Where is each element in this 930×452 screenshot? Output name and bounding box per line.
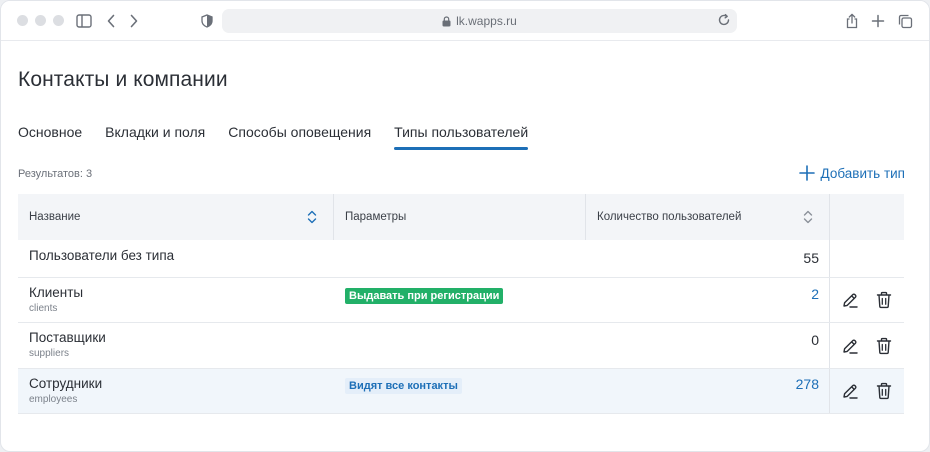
row-code: employees	[29, 394, 78, 405]
cell-actions	[830, 369, 904, 413]
back-icon[interactable]	[101, 11, 121, 31]
cell-params	[334, 240, 586, 277]
cell-count: 55	[586, 240, 830, 277]
cell-name: Сотрудники employees	[18, 369, 334, 413]
cell-params: Выдавать при регистрации	[334, 278, 586, 322]
cell-actions	[830, 278, 904, 322]
column-header-actions	[830, 194, 904, 240]
table-row[interactable]: Клиенты clients Выдавать при регистрации…	[18, 278, 904, 323]
column-header-params-label: Параметры	[345, 211, 407, 223]
row-name: Сотрудники	[29, 376, 103, 391]
trash-icon[interactable]	[874, 290, 894, 310]
tab-notification-methods[interactable]: Способы оповещения	[228, 122, 371, 150]
column-header-count[interactable]: Количество пользователей	[586, 194, 830, 240]
add-type-label: Добавить тип	[820, 165, 905, 181]
row-count-link[interactable]: 278	[796, 376, 819, 392]
lock-icon	[442, 15, 451, 27]
address-bar[interactable]: lk.wapps.ru	[222, 9, 737, 33]
table-row[interactable]: Поставщики suppliers 0	[18, 323, 904, 369]
row-name: Поставщики	[29, 330, 106, 345]
row-name: Пользователи без типа	[29, 248, 175, 263]
trash-icon[interactable]	[874, 336, 894, 356]
row-name: Клиенты	[29, 285, 84, 300]
pencil-icon[interactable]	[840, 336, 860, 356]
reload-icon[interactable]	[717, 13, 731, 30]
cell-name: Пользователи без типа	[18, 240, 334, 277]
column-header-name[interactable]: Название	[18, 194, 334, 240]
forward-icon[interactable]	[124, 11, 144, 31]
sort-icon[interactable]	[307, 210, 317, 224]
cell-name: Клиенты clients	[18, 278, 334, 322]
cell-count: 2	[586, 278, 830, 322]
tab-overview-icon[interactable]	[895, 11, 915, 31]
tabs-bar: Основное Вкладки и поля Способы оповещен…	[18, 122, 551, 152]
cell-params: Видят все контакты	[334, 369, 586, 413]
sidebar-toggle-icon[interactable]	[74, 11, 94, 31]
tab-tabs-and-fields[interactable]: Вкладки и поля	[105, 122, 205, 150]
user-types-table: Название Параметры Количество пользовате…	[18, 194, 904, 414]
privacy-shield-icon[interactable]	[197, 11, 217, 31]
cell-actions	[830, 240, 904, 277]
column-header-params: Параметры	[334, 194, 586, 240]
zoom-window-button[interactable]	[53, 15, 64, 26]
minimize-window-button[interactable]	[35, 15, 46, 26]
table-row[interactable]: Сотрудники employees Видят все контакты …	[18, 369, 904, 414]
row-count-link[interactable]: 2	[811, 286, 819, 302]
page-title: Контакты и компании	[18, 68, 228, 91]
row-count: 0	[811, 332, 819, 348]
pencil-icon[interactable]	[840, 381, 860, 401]
row-code: clients	[29, 303, 58, 314]
browser-window: lk.wapps.ru Контакты и компании Основное…	[0, 0, 930, 452]
browser-toolbar: lk.wapps.ru	[1, 1, 929, 41]
column-header-name-label: Название	[29, 211, 81, 223]
share-icon[interactable]	[842, 11, 862, 31]
status-badge: Выдавать при регистрации	[345, 288, 504, 304]
cell-actions	[830, 323, 904, 368]
column-header-count-label: Количество пользователей	[597, 211, 742, 223]
plus-icon	[798, 165, 815, 181]
address-url: lk.wapps.ru	[456, 14, 517, 28]
window-controls	[17, 15, 64, 26]
cell-count: 0	[586, 323, 830, 368]
close-window-button[interactable]	[17, 15, 28, 26]
row-count: 55	[803, 250, 819, 266]
cell-count: 278	[586, 369, 830, 413]
table-row[interactable]: Пользователи без типа 55	[18, 240, 904, 278]
table-header: Название Параметры Количество пользовате…	[18, 194, 904, 240]
trash-icon[interactable]	[874, 381, 894, 401]
results-count: Результатов: 3	[18, 168, 93, 180]
status-badge: Видят все контакты	[345, 378, 462, 394]
new-tab-icon[interactable]	[868, 11, 888, 31]
pencil-icon[interactable]	[840, 290, 860, 310]
add-type-button[interactable]: Добавить тип	[798, 165, 905, 181]
cell-name: Поставщики suppliers	[18, 323, 334, 368]
tab-user-types[interactable]: Типы пользователей	[394, 122, 528, 150]
tab-basic[interactable]: Основное	[18, 122, 82, 150]
row-code: suppliers	[29, 348, 70, 359]
sort-icon[interactable]	[803, 210, 813, 224]
cell-params	[334, 323, 586, 368]
